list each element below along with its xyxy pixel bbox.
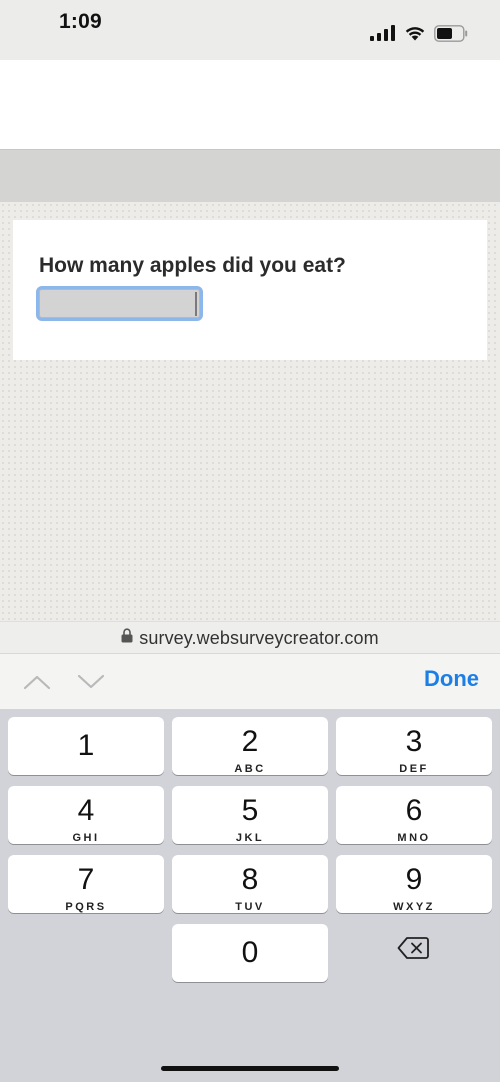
- key-digit: 2: [241, 725, 259, 758]
- home-indicator[interactable]: [161, 1066, 339, 1071]
- numeric-keypad: 1 2 ABC 3 DEF 4 GHI 5 JKL 6 MNO 7 PQRS 8…: [0, 709, 500, 1082]
- survey-header-bar: [0, 149, 500, 203]
- key-9[interactable]: 9 WXYZ: [336, 855, 492, 913]
- key-letters: WXYZ: [393, 901, 435, 913]
- key-letters: PQRS: [65, 901, 107, 913]
- key-letters: ABC: [234, 763, 266, 775]
- key-digit: 7: [77, 863, 95, 896]
- key-3[interactable]: 3 DEF: [336, 717, 492, 775]
- key-letters: JKL: [235, 832, 265, 844]
- key-letters: MNO: [397, 832, 431, 844]
- chevron-down-icon[interactable]: [76, 668, 106, 696]
- question-card: How many apples did you eat?: [13, 220, 487, 360]
- text-caret: [195, 292, 197, 316]
- key-digit: 4: [77, 794, 95, 827]
- lock-icon: [121, 628, 133, 648]
- done-button[interactable]: Done: [424, 666, 479, 692]
- key-digit: 3: [405, 725, 423, 758]
- key-digit: 8: [241, 863, 259, 896]
- answer-input[interactable]: [36, 286, 203, 321]
- keyboard-accessory-bar: Done: [0, 653, 500, 710]
- key-digit: 5: [241, 794, 259, 827]
- key-digit: 1: [77, 729, 95, 762]
- key-2[interactable]: 2 ABC: [172, 717, 328, 775]
- key-digit: 6: [405, 794, 423, 827]
- status-icons: [370, 22, 468, 44]
- key-digit: 0: [241, 936, 259, 969]
- url-bar[interactable]: survey.websurveycreator.com: [0, 621, 500, 654]
- key-6[interactable]: 6 MNO: [336, 786, 492, 844]
- key-4[interactable]: 4 GHI: [8, 786, 164, 844]
- key-letters: GHI: [72, 832, 100, 844]
- key-8[interactable]: 8 TUV: [172, 855, 328, 913]
- key-1[interactable]: 1: [8, 717, 164, 775]
- key-7[interactable]: 7 PQRS: [8, 855, 164, 913]
- key-digit: 9: [405, 863, 423, 896]
- battery-icon: [434, 24, 468, 42]
- url-text: survey.websurveycreator.com: [139, 627, 379, 648]
- key-letters: TUV: [235, 901, 265, 913]
- status-time: 1:09: [59, 10, 102, 33]
- cellular-signal-icon: [370, 25, 396, 41]
- status-bar: 1:09: [0, 0, 500, 60]
- page-header-area: [0, 60, 500, 149]
- backspace-icon: [397, 936, 429, 965]
- key-letters: DEF: [399, 763, 429, 775]
- question-label: How many apples did you eat?: [39, 254, 346, 277]
- delete-key[interactable]: [335, 921, 491, 979]
- chevron-up-icon[interactable]: [22, 668, 52, 696]
- wifi-icon: [404, 25, 426, 41]
- key-0[interactable]: 0: [172, 924, 328, 982]
- key-5[interactable]: 5 JKL: [172, 786, 328, 844]
